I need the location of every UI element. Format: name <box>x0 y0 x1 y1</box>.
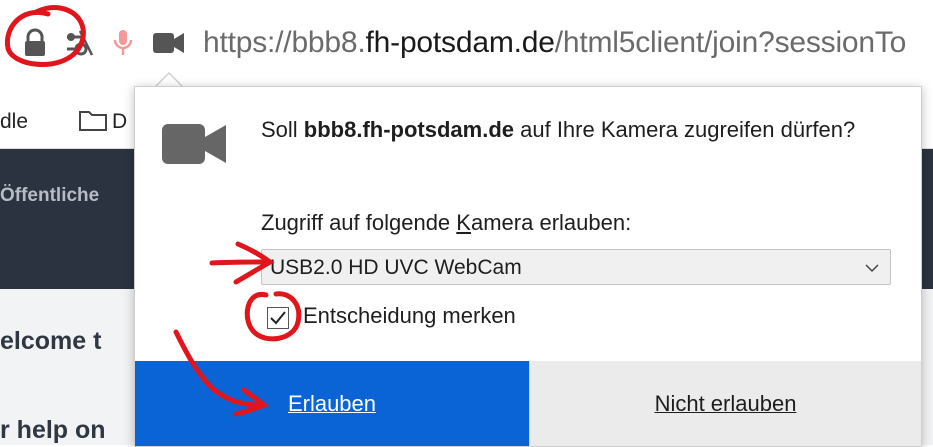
camera-icon <box>160 119 230 174</box>
allow-button-label: Erlauben <box>287 390 377 416</box>
permission-question: Soll bbb8.fh-potsdam.de auf Ihre Kamera … <box>261 113 891 146</box>
camera-select-value: USB2.0 HD UVC WebCam <box>270 256 522 279</box>
url-prefix: https://bbb8. <box>203 26 366 59</box>
camera-select-label: Zugriff auf folgende Kamera erlauben: <box>261 210 631 236</box>
deny-button-label: Nicht erlauben <box>654 390 797 416</box>
allow-button[interactable]: Erlauben <box>135 361 529 446</box>
page-help-text: r help on <box>0 416 106 444</box>
page-welcome-text: elcome t <box>0 327 102 355</box>
folder-icon <box>78 108 108 137</box>
question-host: bbb8.fh-potsdam.de <box>303 117 515 142</box>
lock-icon[interactable] <box>22 28 48 63</box>
remember-checkbox[interactable] <box>267 307 289 329</box>
camera-label-before: Zugriff auf folgende <box>261 210 457 235</box>
checkmark-icon <box>270 311 286 325</box>
question-suffix: auf Ihre Kamera zugreifen dürfen? <box>514 117 856 142</box>
permissions-icon[interactable] <box>64 28 94 63</box>
question-prefix: Soll <box>261 117 304 142</box>
bookmark-item[interactable]: dle <box>0 110 28 134</box>
chevron-down-icon <box>864 258 880 282</box>
camera-permission-dialog: Soll bbb8.fh-potsdam.de auf Ihre Kamera … <box>134 86 922 447</box>
bookmark-folder-label[interactable]: D <box>112 110 127 134</box>
camera-icon[interactable] <box>152 31 186 60</box>
page-tab-text: Öffentliche <box>0 185 100 206</box>
url-text[interactable]: https://bbb8.fh-potsdam.de/html5client/j… <box>203 26 906 60</box>
microphone-icon[interactable] <box>113 28 133 63</box>
remember-checkbox-label[interactable]: Entscheidung merken <box>303 303 516 329</box>
camera-label-after: amera erlauben: <box>470 210 632 235</box>
deny-button[interactable]: Nicht erlauben <box>529 361 921 446</box>
url-host: fh-potsdam.de <box>365 26 555 59</box>
url-path: /html5client/join?sessionTo <box>554 26 907 59</box>
camera-select[interactable]: USB2.0 HD UVC WebCam <box>261 249 891 285</box>
url-bar: https://bbb8.fh-potsdam.de/html5client/j… <box>0 0 933 88</box>
camera-label-accesskey: K <box>456 210 471 235</box>
